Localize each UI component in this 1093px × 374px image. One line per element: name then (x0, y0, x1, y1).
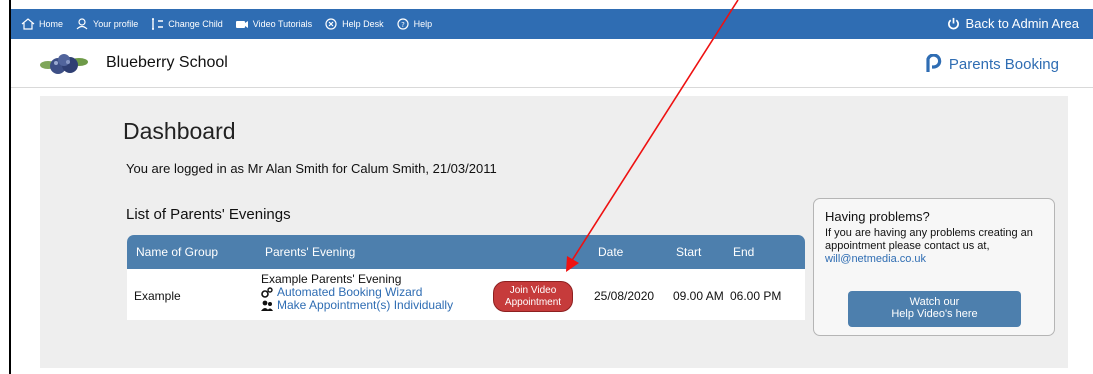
nav-home[interactable]: Home (21, 18, 63, 30)
nav-help-label: Help (413, 19, 433, 29)
table-header: Name of Group Parents' Evening Date Star… (127, 235, 805, 269)
help-text: If you are having any problems creating … (825, 227, 1050, 266)
help-title: Having problems? (825, 209, 930, 224)
nav-help[interactable]: ? Help (396, 18, 433, 30)
table-row: Example Example Parents' Evening Automat… (127, 269, 805, 320)
support-email-link[interactable]: will@netmedia.co.uk (825, 253, 926, 265)
having-problems-box: Having problems? If you are having any p… (813, 198, 1055, 336)
nav-change-child[interactable]: Change Child (150, 18, 223, 30)
list-title: List of Parents' Evenings (126, 206, 291, 223)
blueberry-logo-icon (40, 54, 88, 74)
make-appointments-individually-link[interactable]: Make Appointment(s) Individually (261, 299, 453, 312)
home-icon (21, 18, 35, 30)
watch-button-line2: Help Video's here (891, 308, 978, 320)
header-name-of-group: Name of Group (136, 245, 219, 259)
back-to-admin-link[interactable]: Back to Admin Area (947, 16, 1079, 31)
make-appointments-individually-label: Make Appointment(s) Individually (277, 298, 454, 312)
user-icon (76, 18, 88, 30)
cell-end: 06.00 PM (730, 289, 782, 303)
header-date: Date (598, 245, 624, 259)
watch-button-line1: Watch our (909, 296, 960, 308)
join-button-line1: Join Video (509, 285, 557, 296)
video-camera-icon (235, 21, 248, 28)
nav-your-profile-label: Your profile (93, 19, 139, 29)
parents-booking-logo-icon (926, 54, 942, 72)
help-desk-icon (325, 18, 337, 30)
nav-video-tutorials[interactable]: Video Tutorials (235, 18, 312, 30)
cell-group: Example (134, 289, 181, 303)
power-icon (947, 17, 959, 30)
brand-label: Parents Booking (948, 55, 1059, 73)
nav-your-profile[interactable]: Your profile (75, 18, 138, 30)
parents-booking-brand: Parents Booking (924, 54, 1059, 74)
join-video-appointment-button[interactable]: Join Video Appointment (493, 281, 573, 312)
svg-text:?: ? (401, 21, 405, 29)
cell-evening: Example Parents' Evening Automated Booki… (261, 273, 453, 312)
header-parents-evening: Parents' Evening (265, 245, 356, 259)
nav-change-child-label: Change Child (168, 19, 223, 29)
parents-evenings-table: Name of Group Parents' Evening Date Star… (127, 235, 805, 320)
header-end: End (733, 245, 755, 259)
back-to-admin-label: Back to Admin Area (965, 16, 1079, 31)
nav-help-desk-label: Help Desk (342, 19, 384, 29)
nav-video-tutorials-label: Video Tutorials (252, 19, 313, 29)
cell-start: 09.00 AM (673, 289, 724, 303)
nav-help-desk[interactable]: Help Desk (324, 18, 384, 30)
nav-home-label: Home (39, 19, 64, 29)
join-button-line2: Appointment (504, 297, 562, 308)
help-icon: ? (397, 18, 409, 30)
logged-in-text: You are logged in as Mr Alan Smith for C… (126, 161, 497, 176)
header-start: Start (676, 245, 702, 259)
header: Blueberry School Parents Booking (11, 39, 1093, 88)
users-icon (261, 300, 273, 311)
swap-users-icon (152, 18, 164, 30)
watch-help-videos-button[interactable]: Watch our Help Video's here (848, 291, 1021, 327)
help-message: If you are having any problems creating … (825, 227, 1033, 252)
cell-date: 25/08/2020 (594, 289, 655, 303)
school-name: Blueberry School (106, 54, 228, 71)
page-title: Dashboard (123, 118, 236, 144)
gears-icon (261, 287, 273, 298)
top-navigation-bar: Home Your profile Change Child Video Tut… (11, 9, 1093, 39)
